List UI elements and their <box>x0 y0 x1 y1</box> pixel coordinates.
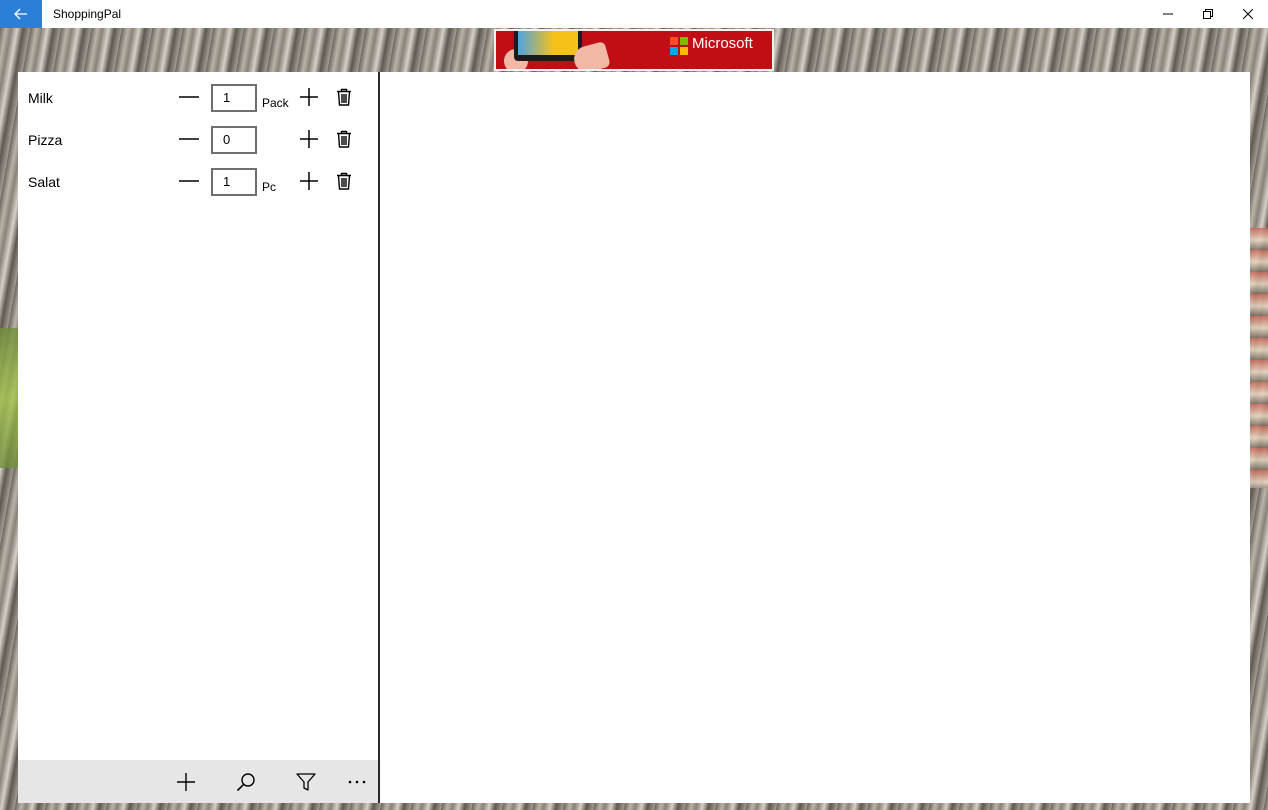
unit-label: Pack <box>262 96 289 110</box>
increase-quantity-button[interactable] <box>297 127 321 151</box>
command-bar <box>18 760 378 803</box>
decrease-quantity-button[interactable] <box>177 169 201 193</box>
minus-icon <box>179 180 199 182</box>
quantity-field[interactable]: 0 <box>211 126 257 154</box>
search-button[interactable] <box>232 768 260 796</box>
trash-icon <box>337 130 351 148</box>
more-options-button[interactable] <box>343 768 371 796</box>
list-item[interactable]: Milk 1 Pack <box>18 75 378 117</box>
ad-tablet-screen <box>518 31 578 55</box>
restore-icon <box>1203 9 1213 19</box>
microsoft-logo-icon <box>670 37 688 55</box>
trash-icon <box>337 88 351 106</box>
list-item[interactable]: Salat 1 Pc <box>18 159 378 201</box>
trash-icon <box>337 172 351 190</box>
delete-item-button[interactable] <box>333 127 355 151</box>
minus-icon <box>179 96 199 98</box>
ad-tablet-image <box>514 31 582 61</box>
add-icon <box>177 773 195 791</box>
minimize-button[interactable] <box>1148 0 1188 28</box>
delete-item-button[interactable] <box>333 85 355 109</box>
close-button[interactable] <box>1228 0 1268 28</box>
plus-icon <box>300 130 318 148</box>
restore-button[interactable] <box>1188 0 1228 28</box>
minimize-icon <box>1163 13 1173 15</box>
item-name: Milk <box>28 90 53 106</box>
filter-button[interactable] <box>292 768 320 796</box>
minus-icon <box>179 138 199 140</box>
plus-icon <box>300 88 318 106</box>
plus-icon <box>300 172 318 190</box>
close-icon <box>1243 9 1253 19</box>
filter-icon <box>296 773 316 791</box>
title-bar: ShoppingPal <box>0 0 1268 28</box>
search-icon <box>236 773 255 792</box>
background-streak-right <box>1250 228 1268 488</box>
background-streak-left <box>0 328 20 468</box>
decrease-quantity-button[interactable] <box>177 127 201 151</box>
item-name: Salat <box>28 174 60 190</box>
decrease-quantity-button[interactable] <box>177 85 201 109</box>
back-button[interactable] <box>0 0 42 28</box>
ad-banner[interactable]: Microsoft <box>494 29 774 71</box>
back-arrow-icon <box>14 8 27 20</box>
app-title: ShoppingPal <box>53 7 122 21</box>
ad-brand-text: Microsoft <box>692 35 753 52</box>
quantity-field[interactable]: 1 <box>211 84 257 112</box>
item-name: Pizza <box>28 132 63 148</box>
unit-label: Pc <box>262 180 277 194</box>
increase-quantity-button[interactable] <box>297 169 321 193</box>
add-item-button[interactable] <box>172 768 200 796</box>
window-controls <box>1148 0 1268 28</box>
more-icon <box>348 780 366 784</box>
detail-pane <box>380 72 1250 803</box>
delete-item-button[interactable] <box>333 169 355 193</box>
increase-quantity-button[interactable] <box>297 85 321 109</box>
list-item[interactable]: Pizza 0 <box>18 117 378 159</box>
quantity-field[interactable]: 1 <box>211 168 257 196</box>
shopping-list-pane: Milk 1 Pack Pizza 0 Salat 1 Pc <box>18 72 378 803</box>
